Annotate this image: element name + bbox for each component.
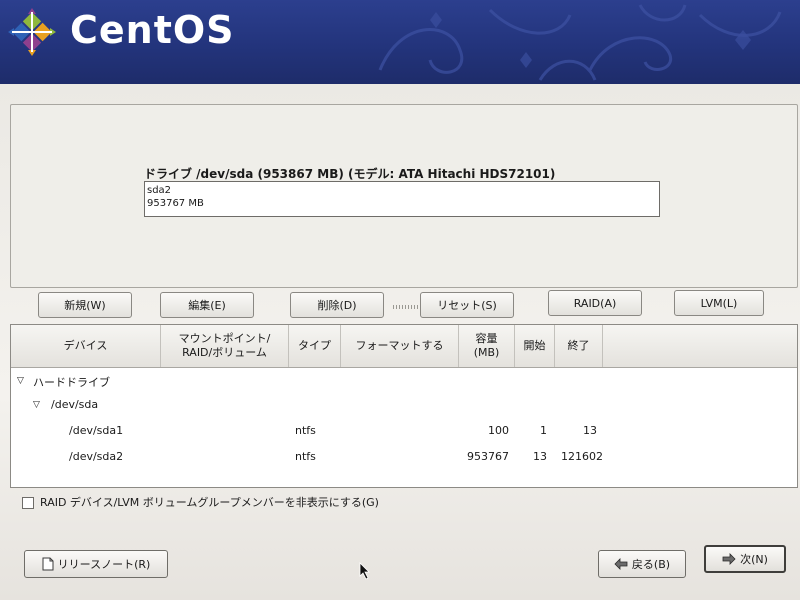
tree-label-disk: /dev/sda	[51, 398, 99, 411]
column-header-end[interactable]: 終了	[555, 325, 603, 367]
tree-label-hard-drives: ハードドライブ	[33, 376, 110, 389]
partition-name: sda2	[147, 185, 172, 196]
column-header-mount-line1: マウントポイント/	[178, 332, 271, 345]
cell-type: ntfs	[295, 450, 316, 463]
cell-size: 100	[488, 424, 509, 437]
table-row[interactable]: /dev/sda1 ntfs 100 1 13	[11, 419, 797, 443]
arrow-left-icon	[614, 558, 628, 570]
table-header: デバイス マウントポイント/ RAID/ボリューム タイプ フォーマットする 容…	[11, 325, 797, 368]
header-banner: CentOS	[0, 0, 800, 84]
column-header-size[interactable]: 容量 (MB)	[459, 325, 515, 367]
cell-type: ntfs	[295, 424, 316, 437]
release-notes-button[interactable]: リリースノート(R)	[24, 550, 168, 578]
document-icon	[42, 557, 54, 571]
cell-end: 13	[583, 424, 597, 437]
tree-row-hard-drives[interactable]: ▽ ハードドライブ	[11, 369, 797, 393]
back-label: 戻る(B)	[631, 558, 671, 571]
table-row[interactable]: /dev/sda2 ntfs 953767 13 121602	[11, 445, 797, 469]
cell-end: 121602	[561, 450, 603, 463]
partition-table[interactable]: デバイス マウントポイント/ RAID/ボリューム タイプ フォーマットする 容…	[10, 324, 798, 488]
brand-wordmark: CentOS	[70, 8, 235, 52]
column-header-size-line2: (MB)	[473, 346, 500, 359]
expander-down-icon[interactable]: ▽	[17, 376, 24, 386]
column-header-mount-line2: RAID/ボリューム	[182, 346, 267, 359]
column-header-size-line1: 容量	[475, 332, 498, 345]
new-button[interactable]: 新規(W)	[38, 292, 132, 318]
arrow-right-icon	[722, 553, 736, 565]
cell-device: /dev/sda2	[69, 450, 124, 463]
column-header-start[interactable]: 開始	[515, 325, 555, 367]
back-button[interactable]: 戻る(B)	[598, 550, 686, 578]
lvm-button[interactable]: LVM(L)	[674, 290, 764, 316]
reset-button[interactable]: リセット(S)	[420, 292, 514, 318]
edit-button[interactable]: 編集(E)	[160, 292, 254, 318]
column-header-device[interactable]: デバイス	[11, 325, 161, 367]
installer-main-area: ドライブ /dev/sda (953867 MB) (モデル: ATA Hita…	[0, 84, 800, 600]
drive-label: ドライブ /dev/sda (953867 MB) (モデル: ATA Hita…	[144, 167, 556, 181]
hide-raid-lvm-label[interactable]: RAID デバイス/LVM ボリュームグループメンバーを非表示にする(G)	[40, 494, 379, 510]
mouse-pointer-icon	[359, 562, 370, 580]
next-button[interactable]: 次(N)	[704, 545, 786, 573]
hide-raid-lvm-checkbox[interactable]	[22, 497, 34, 509]
tree-row-disk[interactable]: ▽ /dev/sda	[11, 393, 797, 417]
delete-button[interactable]: 削除(D)	[290, 292, 384, 318]
cell-device: /dev/sda1	[69, 424, 124, 437]
column-header-type[interactable]: タイプ	[289, 325, 341, 367]
centos-logo-icon	[8, 8, 56, 56]
decorative-swirl-pattern	[378, 4, 782, 81]
release-notes-label: リリースノート(R)	[57, 558, 151, 571]
drive-panel: ドライブ /dev/sda (953867 MB) (モデル: ATA Hita…	[10, 104, 798, 309]
cell-start: 1	[540, 424, 547, 437]
drive-partition-map[interactable]: sda2 953767 MB	[144, 181, 660, 217]
column-header-mount[interactable]: マウントポイント/ RAID/ボリューム	[161, 325, 289, 367]
cell-size: 953767	[467, 450, 509, 463]
column-header-format[interactable]: フォーマットする	[341, 325, 459, 367]
next-label: 次(N)	[740, 553, 768, 566]
raid-button[interactable]: RAID(A)	[548, 290, 642, 316]
partition-size: 953767 MB	[147, 198, 204, 209]
cell-start: 13	[533, 450, 547, 463]
expander-down-icon[interactable]: ▽	[33, 400, 40, 410]
